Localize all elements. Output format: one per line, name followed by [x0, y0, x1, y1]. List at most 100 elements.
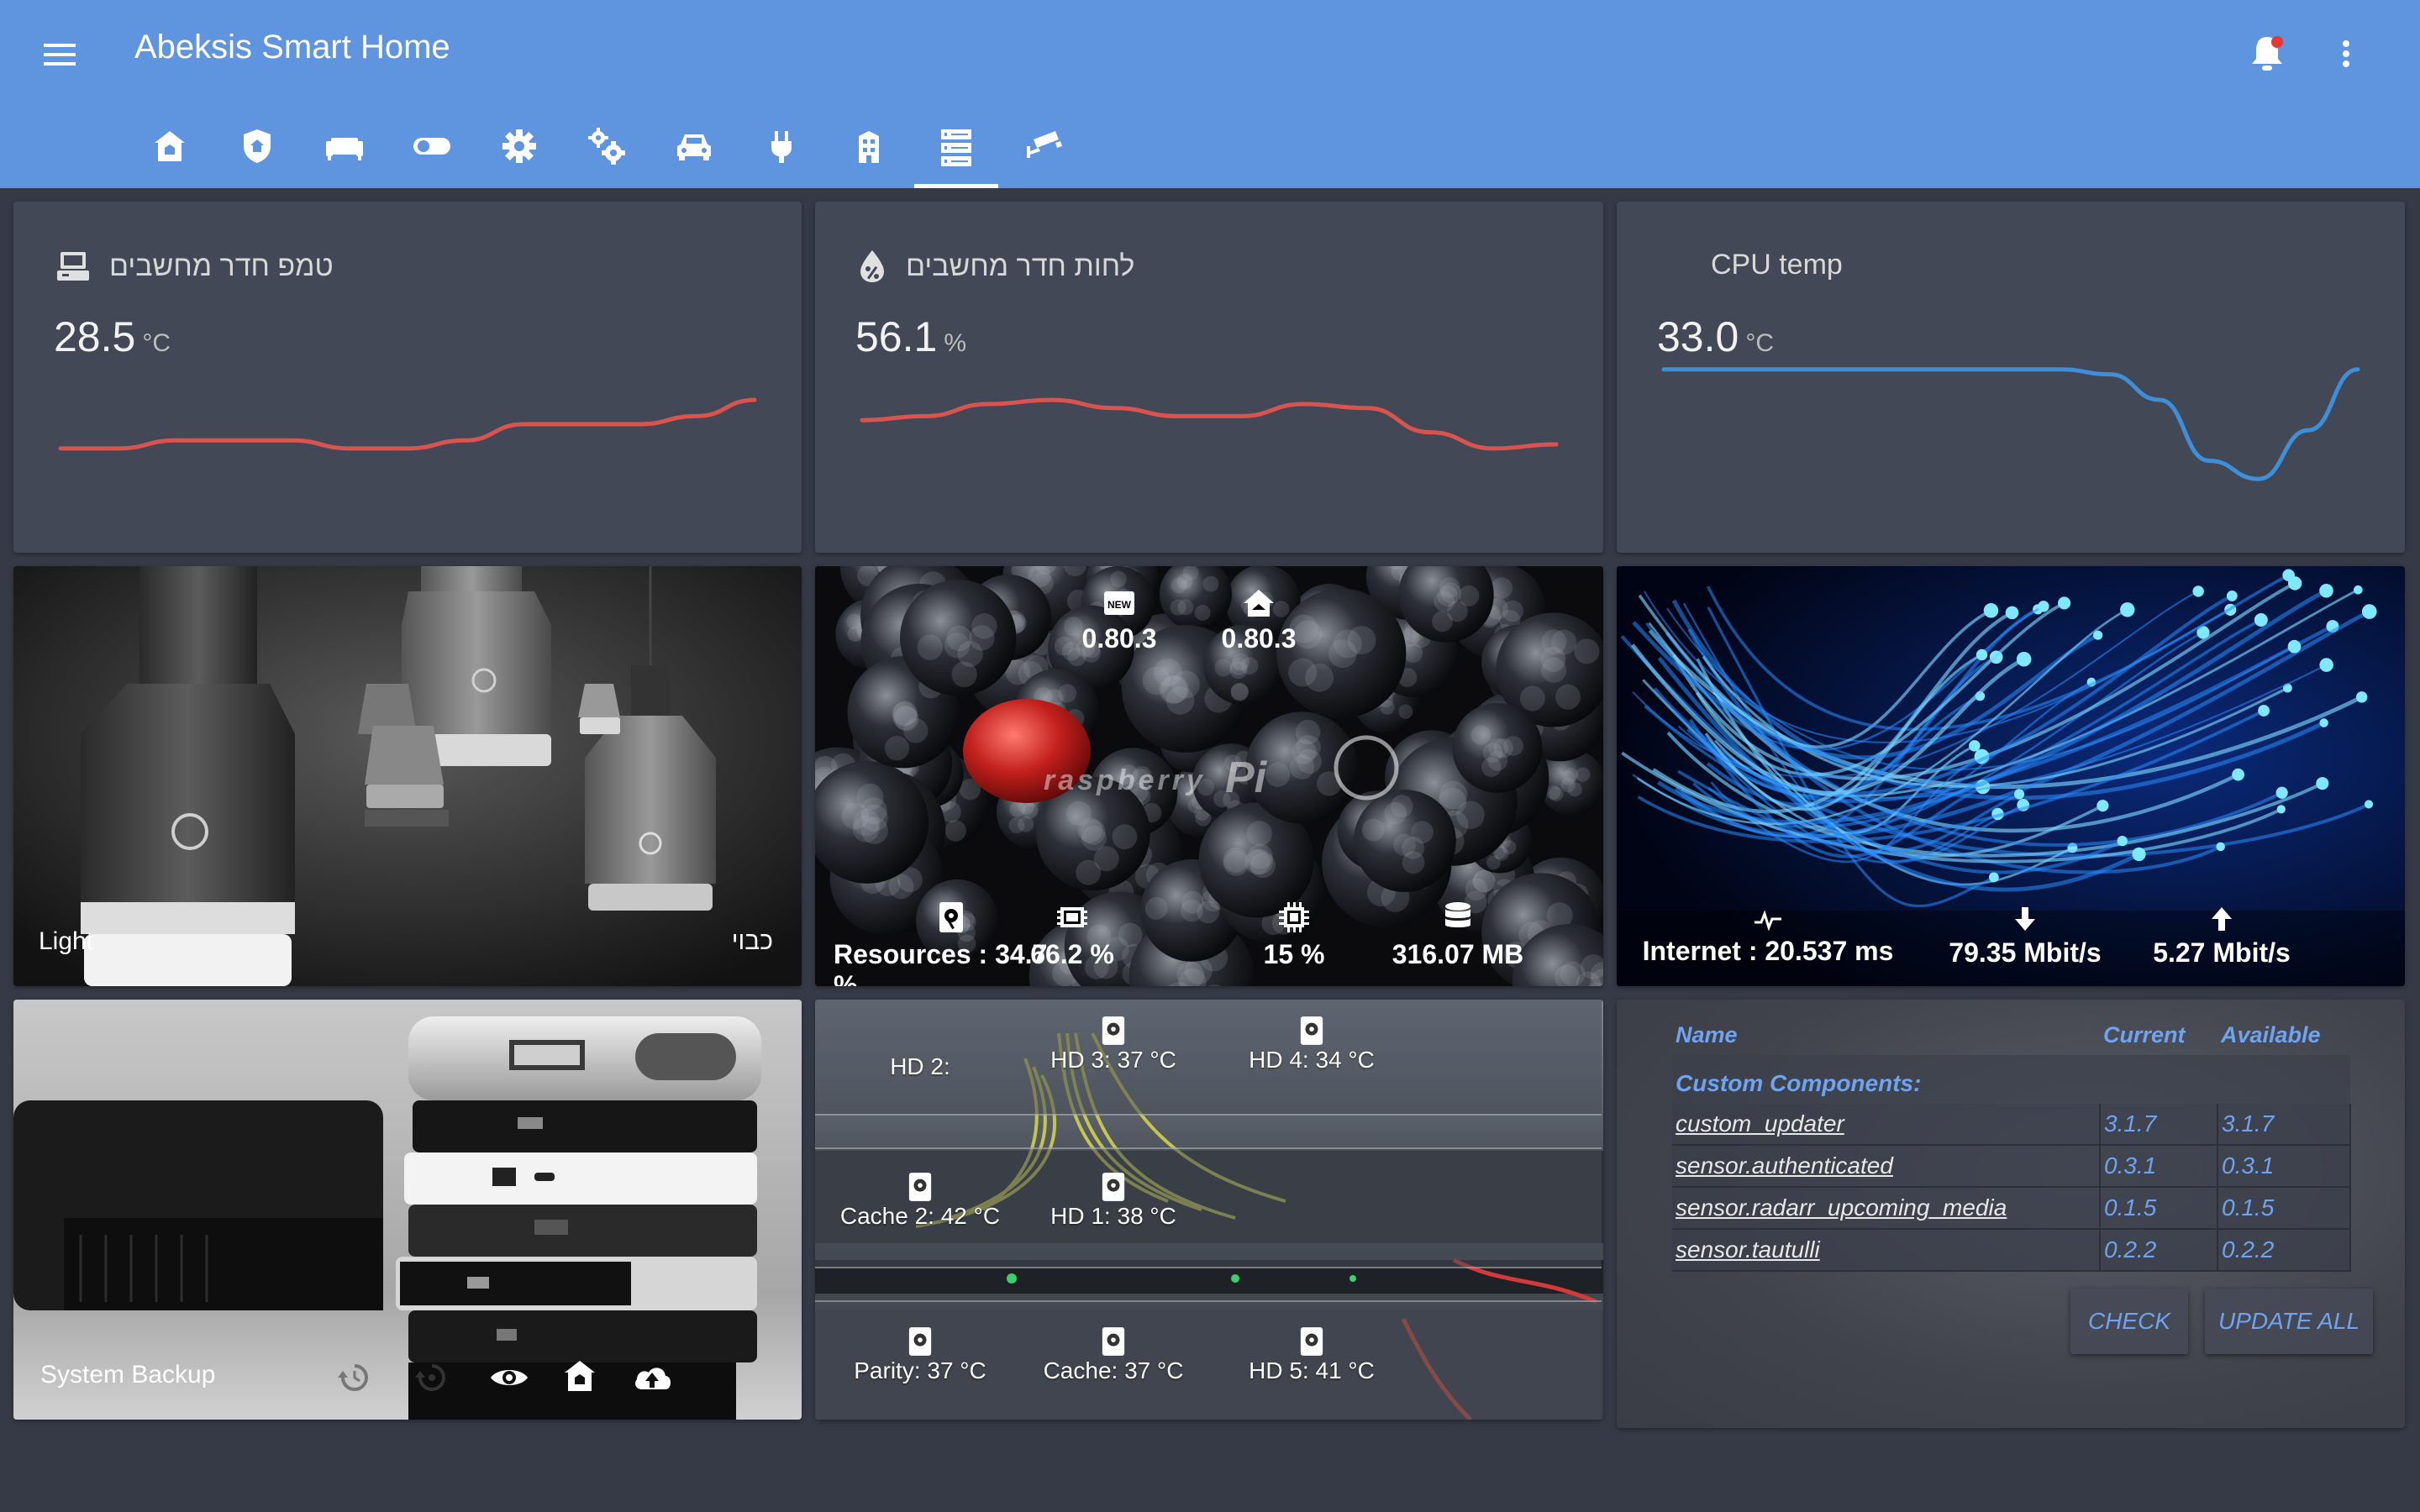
hd-item: HD 3: 37 °C [1017, 1015, 1210, 1074]
hd-label: Cache: 37 °C [1043, 1357, 1184, 1383]
update-all-button[interactable]: UPDATE ALL [2205, 1289, 2373, 1354]
fiber-tip [2275, 786, 2288, 799]
hd-item: HD 5: 41 °C [1215, 1326, 1408, 1384]
internet-download: 79.35 Mbit/s [1924, 906, 2126, 969]
home-automation-icon[interactable] [561, 1357, 598, 1394]
security-shield-icon [244, 129, 271, 163]
tab-system[interactable] [563, 118, 650, 188]
tab-living-room[interactable] [301, 118, 388, 188]
installed-version-text: 0.80.3 [1221, 623, 1297, 654]
menu-icon[interactable] [37, 34, 84, 76]
hd-label: HD 1: 38 °C [1050, 1203, 1176, 1229]
current-version: 3.1.7 [2100, 1104, 2218, 1146]
view-tabs [126, 118, 1087, 188]
component-link[interactable]: sensor.authenticated [1672, 1145, 2101, 1188]
raspberry-pi-card[interactable]: raspberry Pi NEW 0.80.3 0.80.3 Resources… [815, 566, 1603, 986]
tab-power[interactable] [738, 118, 825, 188]
tab-settings[interactable] [476, 118, 563, 188]
updater-section-row: Custom Components: [1672, 1055, 2350, 1104]
sofa-icon [326, 138, 363, 160]
sensor-history-graph [58, 397, 757, 451]
eye-icon[interactable] [489, 1359, 529, 1396]
sync-icon[interactable] [413, 1359, 450, 1396]
fiber-tip [2282, 569, 2295, 582]
check-button[interactable]: CHECK [2070, 1289, 2188, 1354]
tab-car[interactable] [650, 118, 738, 188]
memory-text: 66.2 % [1030, 939, 1114, 969]
chip-icon [1279, 902, 1309, 932]
power-plug-icon [771, 131, 792, 163]
car-icon [677, 134, 711, 160]
cloud-upload-icon[interactable] [630, 1359, 674, 1396]
tab-building[interactable] [825, 118, 913, 188]
component-link[interactable]: custom_updater [1672, 1104, 2101, 1146]
internet-card[interactable]: Internet : 20.537 ms 79.35 Mbit/s 5.27 M… [1617, 566, 2405, 986]
hd-label: HD 5: 41 °C [1249, 1357, 1375, 1383]
sensor-history-line [1661, 367, 2360, 481]
current-version: 0.3.1 [2100, 1145, 2218, 1188]
hd-label: Parity: 37 °C [854, 1357, 986, 1383]
fiber-tip [1988, 872, 1999, 883]
harddisk-icon [908, 1173, 932, 1201]
light-bulbs-image [13, 566, 802, 986]
tab-home[interactable] [126, 118, 213, 188]
fiber-tip [2353, 585, 2363, 595]
component-link[interactable]: sensor.tautulli [1672, 1229, 2101, 1272]
more-options-icon[interactable] [2328, 30, 2365, 77]
sensor-card-cpu-temp[interactable]: CPU temp 33.0 °C [1617, 202, 2405, 553]
available-version: 0.1.5 [2217, 1187, 2351, 1230]
fiber-tip [2319, 718, 2328, 727]
restore-icon[interactable] [336, 1359, 373, 1396]
tab-cameras[interactable] [1000, 118, 1087, 188]
harddisk-icon [1102, 1327, 1125, 1356]
hd-item: HD 1: 38 °C [1017, 1171, 1210, 1230]
server-icon [941, 129, 971, 166]
light-label: Light [39, 927, 94, 955]
system-backup-card[interactable]: System Backup [13, 1000, 802, 1420]
harddisk-icon [1102, 1016, 1125, 1045]
storage-text: 316.07 MB [1392, 939, 1524, 969]
updater-table: Name Current Available Custom Components… [1672, 1015, 2351, 1272]
fiber-tip [2361, 604, 2377, 619]
pi-installed-version: 0.80.3 [1221, 588, 1297, 654]
fiber-tip [1983, 603, 1999, 618]
tab-switches[interactable] [388, 118, 476, 188]
sensor-card-server-humidity[interactable]: לחות חדר מחשבים 56.1% [815, 202, 1603, 553]
fiber-tip [2258, 705, 2270, 717]
fiber-tip [2005, 606, 2019, 620]
hd-item: Parity: 37 °C [823, 1326, 1017, 1384]
upload-arrow-icon [2212, 907, 2232, 931]
hd-temps-card[interactable]: HD 2: HD 3: 37 °C HD 4: 34 °C Cache 2: 4… [815, 1000, 1603, 1420]
table-row: sensor.authenticated 0.3.1 0.3.1 [1672, 1145, 2351, 1188]
updater-header-row: Name Current Available [1672, 1015, 2350, 1055]
fiber-tip [2058, 596, 2071, 610]
harddisk-icon [939, 902, 963, 932]
sensor-history-line [860, 397, 1559, 451]
fiber-tip [2192, 585, 2204, 597]
app-title: Abeksis Smart Home [134, 29, 450, 66]
tab-server[interactable] [913, 118, 1000, 188]
new-box-icon: NEW [1104, 591, 1134, 615]
pi-resources-cpu: 15 % [1252, 900, 1336, 970]
building-icon [859, 131, 879, 163]
component-link[interactable]: sensor.radarr_upcoming_media [1672, 1187, 2101, 1230]
home-automation-icon [155, 131, 185, 161]
fiber-tip [2096, 800, 2109, 812]
fiber-tip [2276, 805, 2286, 814]
hd-label: HD 3: 37 °C [1050, 1047, 1176, 1073]
table-row: sensor.radarr_upcoming_media 0.1.5 0.1.5 [1672, 1187, 2351, 1230]
hd-item: HD 4: 34 °C [1215, 1015, 1408, 1074]
notifications-bell-icon[interactable] [2244, 30, 2291, 77]
sensor-card-server-temp[interactable]: טמפ חדר מחשבים 28.5 °C [13, 202, 802, 553]
tab-security[interactable] [213, 118, 301, 188]
available-version: 0.2.2 [2217, 1229, 2351, 1272]
hard-drives-image [13, 1000, 802, 1420]
light-card[interactable]: Light כבוי [13, 566, 802, 986]
section-title: Custom Components: [1672, 1055, 2350, 1104]
internet-upload: 5.27 Mbit/s [2121, 906, 2323, 969]
database-icon [1445, 902, 1470, 927]
cpu-text: 15 % [1263, 939, 1325, 969]
current-version: 0.2.2 [2100, 1229, 2218, 1272]
available-version: 0.3.1 [2217, 1145, 2351, 1188]
download-arrow-icon [2015, 907, 2035, 931]
